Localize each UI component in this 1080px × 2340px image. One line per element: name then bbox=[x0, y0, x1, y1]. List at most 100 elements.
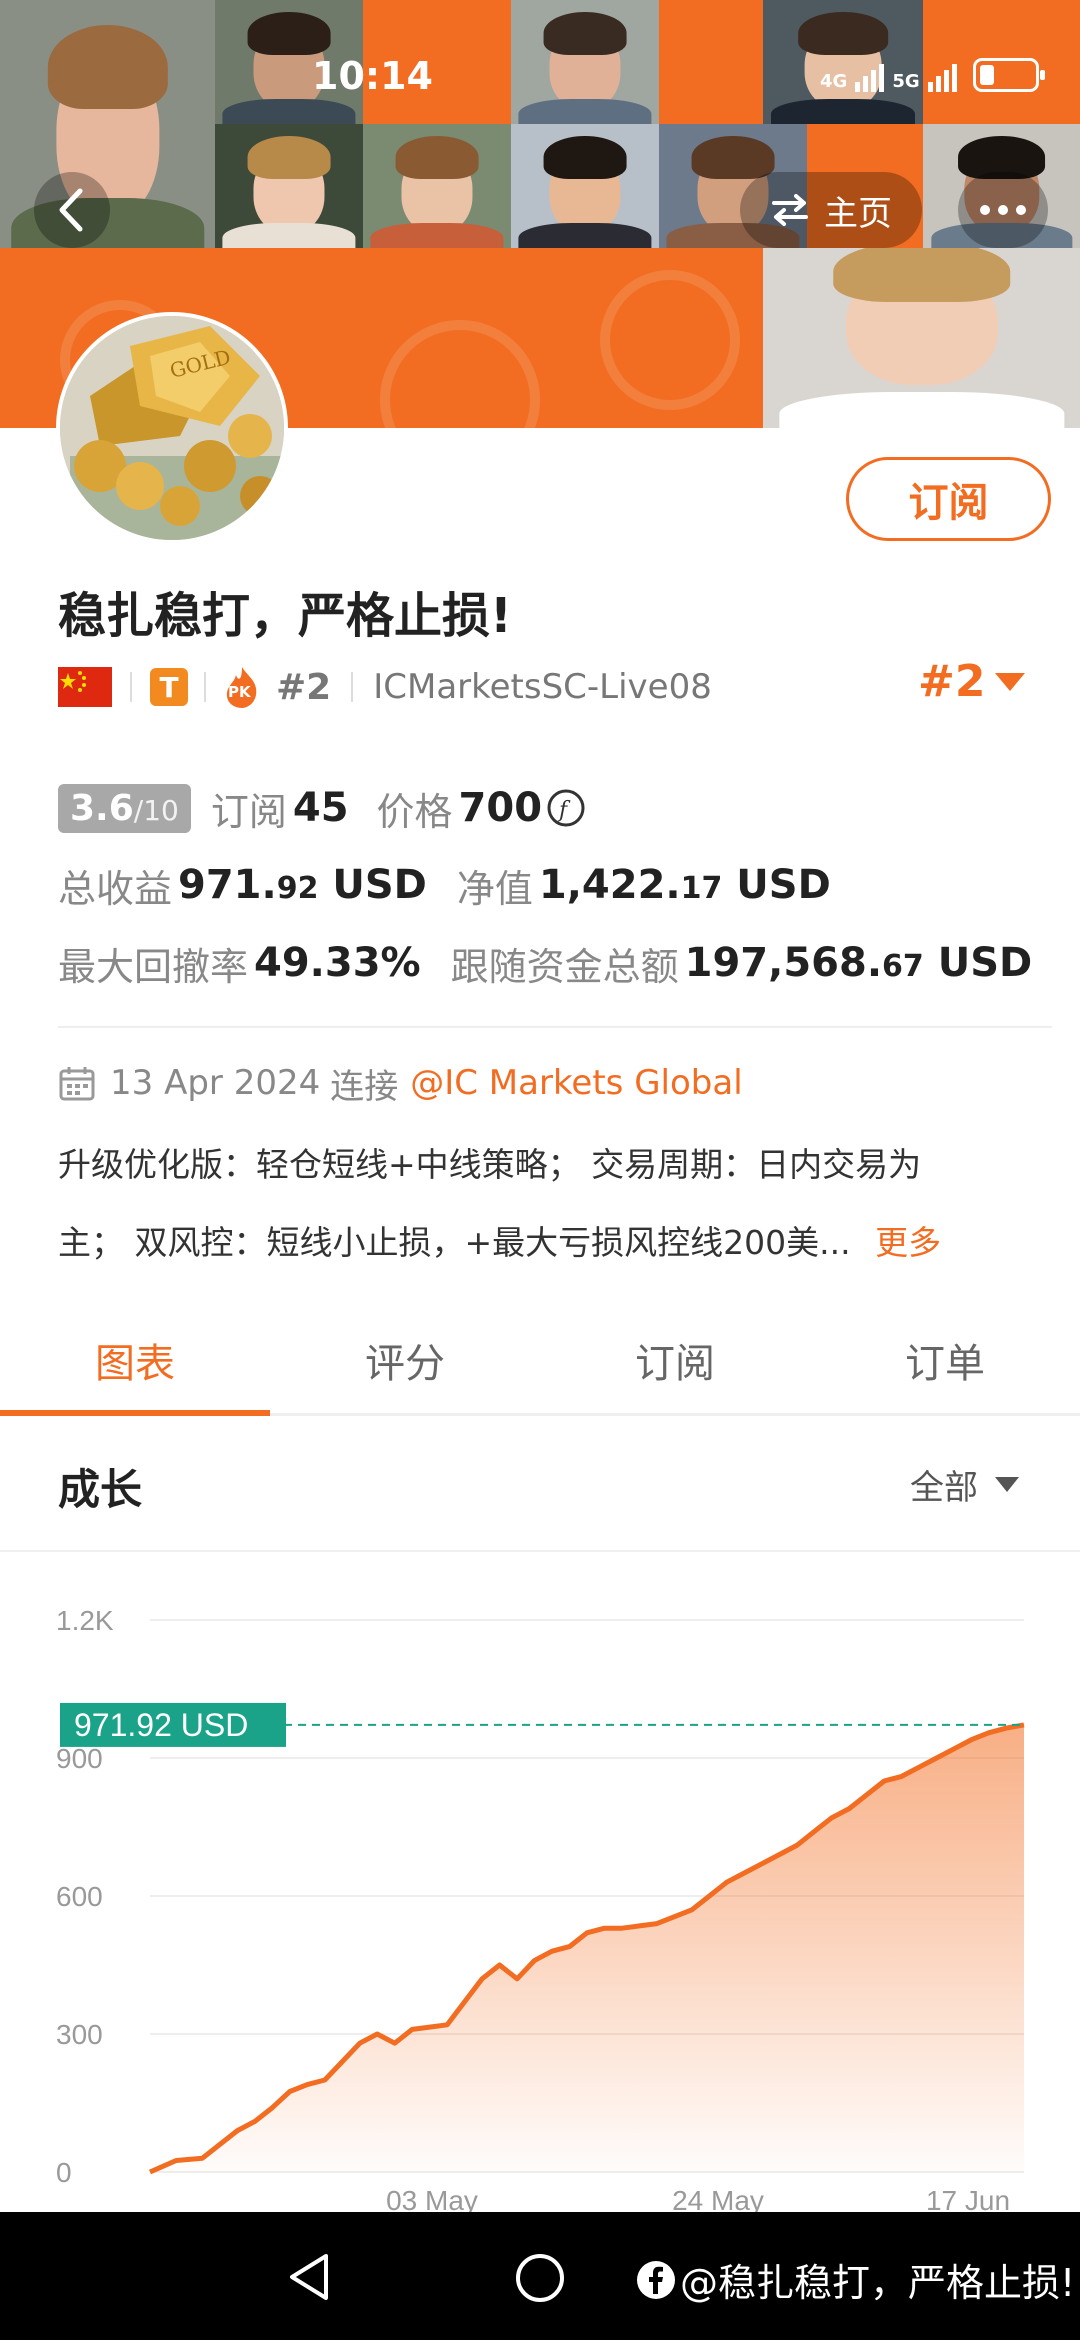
subscribers-value: 45 bbox=[292, 785, 349, 831]
y-tick-label: 0 bbox=[56, 2157, 72, 2188]
total-profit-decimals: 92 bbox=[276, 871, 319, 906]
rank-badge: #2 bbox=[276, 666, 332, 708]
total-profit-value: 971.92 USD bbox=[178, 862, 427, 908]
equity-unit: USD bbox=[722, 862, 831, 908]
current-value-label: 971.92 USD bbox=[74, 1707, 248, 1743]
description-line-2: 主； 双风控：短线小止损，+最大亏损风控线200美... 更多 bbox=[58, 1216, 941, 1264]
growth-filter-dropdown[interactable]: 全部 bbox=[910, 1460, 1020, 1509]
equity-main: 1,422. bbox=[538, 862, 681, 908]
x-tick-label: 17 Jun bbox=[926, 2185, 1010, 2212]
rank-dropdown[interactable]: #2 bbox=[918, 656, 1027, 707]
x-tick-label: 24 May bbox=[672, 2185, 764, 2212]
stats-row-profit: 总收益 971.92 USD 净值 1,422.17 USD bbox=[58, 858, 831, 912]
banner-pattern bbox=[600, 270, 740, 410]
signal-icon bbox=[927, 64, 957, 92]
system-nav-bar: @稳扎稳打，严格止损! bbox=[0, 2212, 1080, 2340]
rating-value: 3.6 bbox=[70, 787, 134, 829]
watermark: @稳扎稳打，严格止损! bbox=[636, 2252, 1075, 2307]
caret-down-icon bbox=[995, 1476, 1019, 1492]
battery-icon bbox=[972, 58, 1045, 92]
tab-subscribe[interactable]: 订阅 bbox=[540, 1306, 810, 1413]
equity-value: 1,422.17 USD bbox=[539, 862, 831, 908]
more-dots-icon bbox=[980, 205, 1026, 215]
subscribers-label: 订阅 bbox=[210, 789, 287, 834]
connection-row: 13 Apr 2024 连接 @IC Markets Global bbox=[58, 1058, 743, 1108]
banner-pattern bbox=[380, 320, 540, 428]
rating-badge: 3.6/10 bbox=[58, 783, 191, 833]
drawdown-value: 49.33% bbox=[254, 940, 421, 986]
rating-max: /10 bbox=[133, 793, 179, 827]
x-tick-label: 03 May bbox=[386, 2185, 478, 2212]
growth-header: 成长 全部 bbox=[0, 1420, 1080, 1552]
home-label: 主页 bbox=[824, 193, 892, 234]
growth-chart: 1.2K 900 600 300 0 971.92 USD 03 May 24 May 17… bbox=[0, 1560, 1080, 2216]
rank-right-label: #2 bbox=[918, 656, 986, 707]
facebook-icon bbox=[637, 2260, 675, 2299]
trader-badge: T bbox=[150, 668, 188, 706]
connect-label: 连接 bbox=[330, 1066, 399, 1107]
banner-person-photo bbox=[215, 124, 363, 248]
tab-chart[interactable]: 图表 bbox=[0, 1306, 270, 1416]
status-time: 10:14 bbox=[312, 54, 433, 98]
follow-value: 197,568.67 USD bbox=[685, 940, 1033, 986]
growth-chart-svg: 1.2K 900 600 300 0 971.92 USD 03 May 24 May 17… bbox=[56, 1605, 1025, 2216]
y-tick-label: 300 bbox=[56, 2019, 103, 2050]
y-tick-label: 900 bbox=[56, 1743, 103, 1774]
more-link[interactable]: 更多 bbox=[875, 1223, 941, 1262]
home-button[interactable]: 主页 bbox=[740, 172, 922, 248]
nav-back-icon[interactable] bbox=[286, 2252, 334, 2302]
subscribe-button[interactable]: 订阅 bbox=[846, 457, 1051, 541]
follow-label: 跟随资金总额 bbox=[450, 944, 679, 989]
status-icons: 4G 5G bbox=[820, 58, 1045, 92]
total-profit-unit: USD bbox=[318, 862, 427, 908]
follow-decimals: 67 bbox=[882, 949, 924, 984]
growth-area bbox=[150, 1724, 1024, 2172]
more-button[interactable] bbox=[958, 172, 1048, 248]
caret-down-icon bbox=[995, 672, 1026, 691]
account-label: ICMarketsSC-Live08 bbox=[373, 667, 712, 707]
badge-row: T PK #2 ICMarketsSC-Live08 bbox=[58, 662, 712, 712]
price-label: 价格 bbox=[376, 789, 453, 834]
svg-text:f: f bbox=[557, 798, 571, 823]
follow-main: 197,568. bbox=[684, 940, 883, 986]
drawdown-label: 最大回撤率 bbox=[58, 944, 249, 989]
section-divider bbox=[58, 1026, 1052, 1028]
pk-label: PK bbox=[228, 683, 251, 701]
china-flag-icon bbox=[58, 667, 112, 707]
banner-person-photo bbox=[511, 124, 659, 248]
equity-label: 净值 bbox=[456, 866, 533, 911]
y-tick-label: 600 bbox=[56, 1881, 103, 1912]
profile-avatar: GOLD bbox=[56, 312, 288, 544]
price-value: 700 bbox=[458, 785, 543, 831]
watermark-text: @稳扎稳打，严格止损! bbox=[680, 2261, 1076, 2305]
page-title: 稳扎稳打，严格止损! bbox=[58, 588, 512, 644]
nav-home-icon[interactable] bbox=[514, 2252, 566, 2304]
follow-unit: USD bbox=[923, 940, 1033, 986]
description-line-1: 升级优化版：轻仓短线+中线策略； 交易周期：日内交易为 bbox=[58, 1145, 922, 1184]
divider bbox=[351, 672, 354, 702]
banner-person-photo bbox=[511, 0, 659, 124]
total-profit-label: 总收益 bbox=[58, 866, 173, 911]
broker-link[interactable]: @IC Markets Global bbox=[410, 1063, 742, 1103]
tab-orders[interactable]: 订单 bbox=[810, 1306, 1080, 1413]
description-text: 主； 双风控：短线小止损，+最大亏损风控线200美... bbox=[58, 1223, 851, 1262]
gold-bars-avatar-image: GOLD bbox=[60, 316, 284, 540]
coin-icon: f bbox=[547, 789, 585, 827]
y-tick-label: 1.2K bbox=[56, 1605, 114, 1636]
stats-row-rating: 3.6/10 订阅 45 价格 700 f bbox=[58, 780, 586, 836]
stats-row-drawdown: 最大回撤率 49.33% 跟随资金总额 197,568.67 USD bbox=[58, 936, 1032, 990]
connect-date: 13 Apr 2024 bbox=[110, 1063, 321, 1103]
divider bbox=[130, 672, 132, 702]
tab-bar: 图表 评分 订阅 订单 bbox=[0, 1306, 1080, 1416]
network-5g-label: 5G bbox=[892, 71, 920, 92]
pk-fire-icon: PK bbox=[222, 665, 262, 709]
calendar-icon bbox=[59, 1067, 95, 1101]
network-4g-label: 4G bbox=[820, 71, 848, 92]
chevron-left-icon bbox=[59, 188, 83, 232]
divider bbox=[204, 672, 206, 702]
back-button[interactable] bbox=[34, 172, 110, 248]
tab-rating[interactable]: 评分 bbox=[270, 1306, 540, 1413]
banner-person-photo bbox=[763, 248, 1080, 428]
equity-decimals: 17 bbox=[680, 871, 723, 906]
growth-title: 成长 bbox=[58, 1465, 143, 1514]
